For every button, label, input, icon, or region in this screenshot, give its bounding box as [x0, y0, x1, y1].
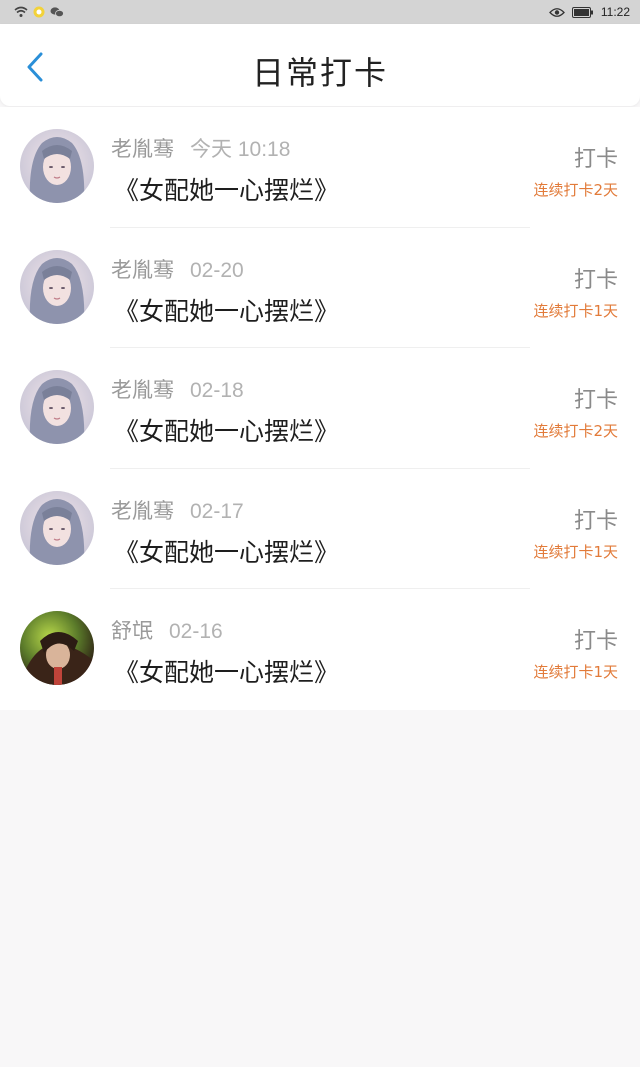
name-row: 舒氓 02-16 — [111, 615, 223, 645]
checkin-button[interactable]: 打卡 — [574, 382, 618, 414]
name-row: 老胤骞 02-17 — [111, 495, 244, 525]
checkin-date: 02-18 — [190, 379, 244, 403]
app-notification-icon — [33, 6, 45, 18]
checkin-button[interactable]: 打卡 — [574, 141, 618, 173]
checkin-button[interactable]: 打卡 — [574, 262, 618, 294]
book-title[interactable]: 《女配她一心摆烂》 — [114, 533, 339, 569]
list-item[interactable]: 老胤骞 02-18 《女配她一心摆烂》 打卡 连续打卡2天 — [0, 348, 640, 469]
streak-label: 连续打卡2天 — [533, 422, 618, 441]
book-title[interactable]: 《女配她一心摆烂》 — [114, 171, 339, 207]
status-time: 11:22 — [600, 5, 630, 19]
wechat-icon — [50, 7, 64, 18]
checkin-date: 02-16 — [169, 620, 223, 644]
user-avatar-image — [20, 611, 94, 686]
eye-icon — [548, 7, 565, 17]
user-avatar-image — [20, 490, 94, 565]
streak-label: 连续打卡1天 — [533, 663, 618, 682]
list-item[interactable]: 老胤骞 02-20 《女配她一心摆烂》 打卡 连续打卡1天 — [0, 228, 640, 349]
battery-icon — [571, 6, 593, 18]
checkin-date: 02-17 — [190, 499, 244, 523]
wifi-icon — [14, 6, 28, 17]
checkin-button[interactable]: 打卡 — [574, 623, 618, 655]
checkin-date: 今天 10:18 — [190, 138, 291, 161]
list-item[interactable]: 舒氓 02-16 《女配她一心摆烂》 打卡 连续打卡1天 — [0, 589, 640, 710]
app-header: 日常打卡 — [0, 24, 640, 106]
streak-label: 连续打卡1天 — [533, 542, 618, 561]
user-avatar-image — [20, 249, 94, 324]
user-name[interactable]: 老胤骞 — [111, 378, 174, 402]
status-bar: 11:22 — [0, 0, 640, 24]
name-row: 老胤骞 今天 10:18 — [111, 133, 290, 163]
status-icons-left — [14, 6, 64, 18]
streak-label: 连续打卡2天 — [533, 181, 618, 199]
page-title: 日常打卡 — [251, 54, 388, 92]
status-icons-right: 11:22 — [548, 5, 630, 19]
user-name[interactable]: 舒氓 — [111, 619, 153, 643]
book-title[interactable]: 《女配她一心摆烂》 — [114, 412, 339, 448]
user-avatar-image — [20, 370, 94, 445]
streak-label: 连续打卡1天 — [533, 301, 618, 320]
avatar[interactable] — [20, 129, 94, 203]
checkin-date: 02-20 — [190, 258, 244, 282]
avatar[interactable] — [20, 249, 94, 324]
user-name[interactable]: 老胤骞 — [111, 258, 174, 282]
checkin-list: 老胤骞 今天 10:18 《女配她一心摆烂》 打卡 连续打卡2天 老胤骞 02-20… — [0, 107, 640, 710]
user-name[interactable]: 老胤骞 — [111, 499, 174, 523]
user-name[interactable]: 老胤骞 — [111, 137, 174, 161]
list-item[interactable]: 老胤骞 今天 10:18 《女配她一心摆烂》 打卡 连续打卡2天 — [0, 107, 640, 228]
book-title[interactable]: 《女配她一心摆烂》 — [114, 292, 339, 328]
name-row: 老胤骞 02-20 — [111, 254, 244, 284]
avatar[interactable] — [20, 490, 94, 565]
checkin-button[interactable]: 打卡 — [574, 503, 618, 535]
list-item[interactable]: 老胤骞 02-17 《女配她一心摆烂》 打卡 连续打卡1天 — [0, 469, 640, 590]
book-title[interactable]: 《女配她一心摆烂》 — [114, 653, 339, 689]
user-avatar-image — [20, 129, 94, 203]
avatar[interactable] — [20, 370, 94, 445]
avatar[interactable] — [20, 611, 94, 686]
name-row: 老胤骞 02-18 — [111, 374, 244, 404]
